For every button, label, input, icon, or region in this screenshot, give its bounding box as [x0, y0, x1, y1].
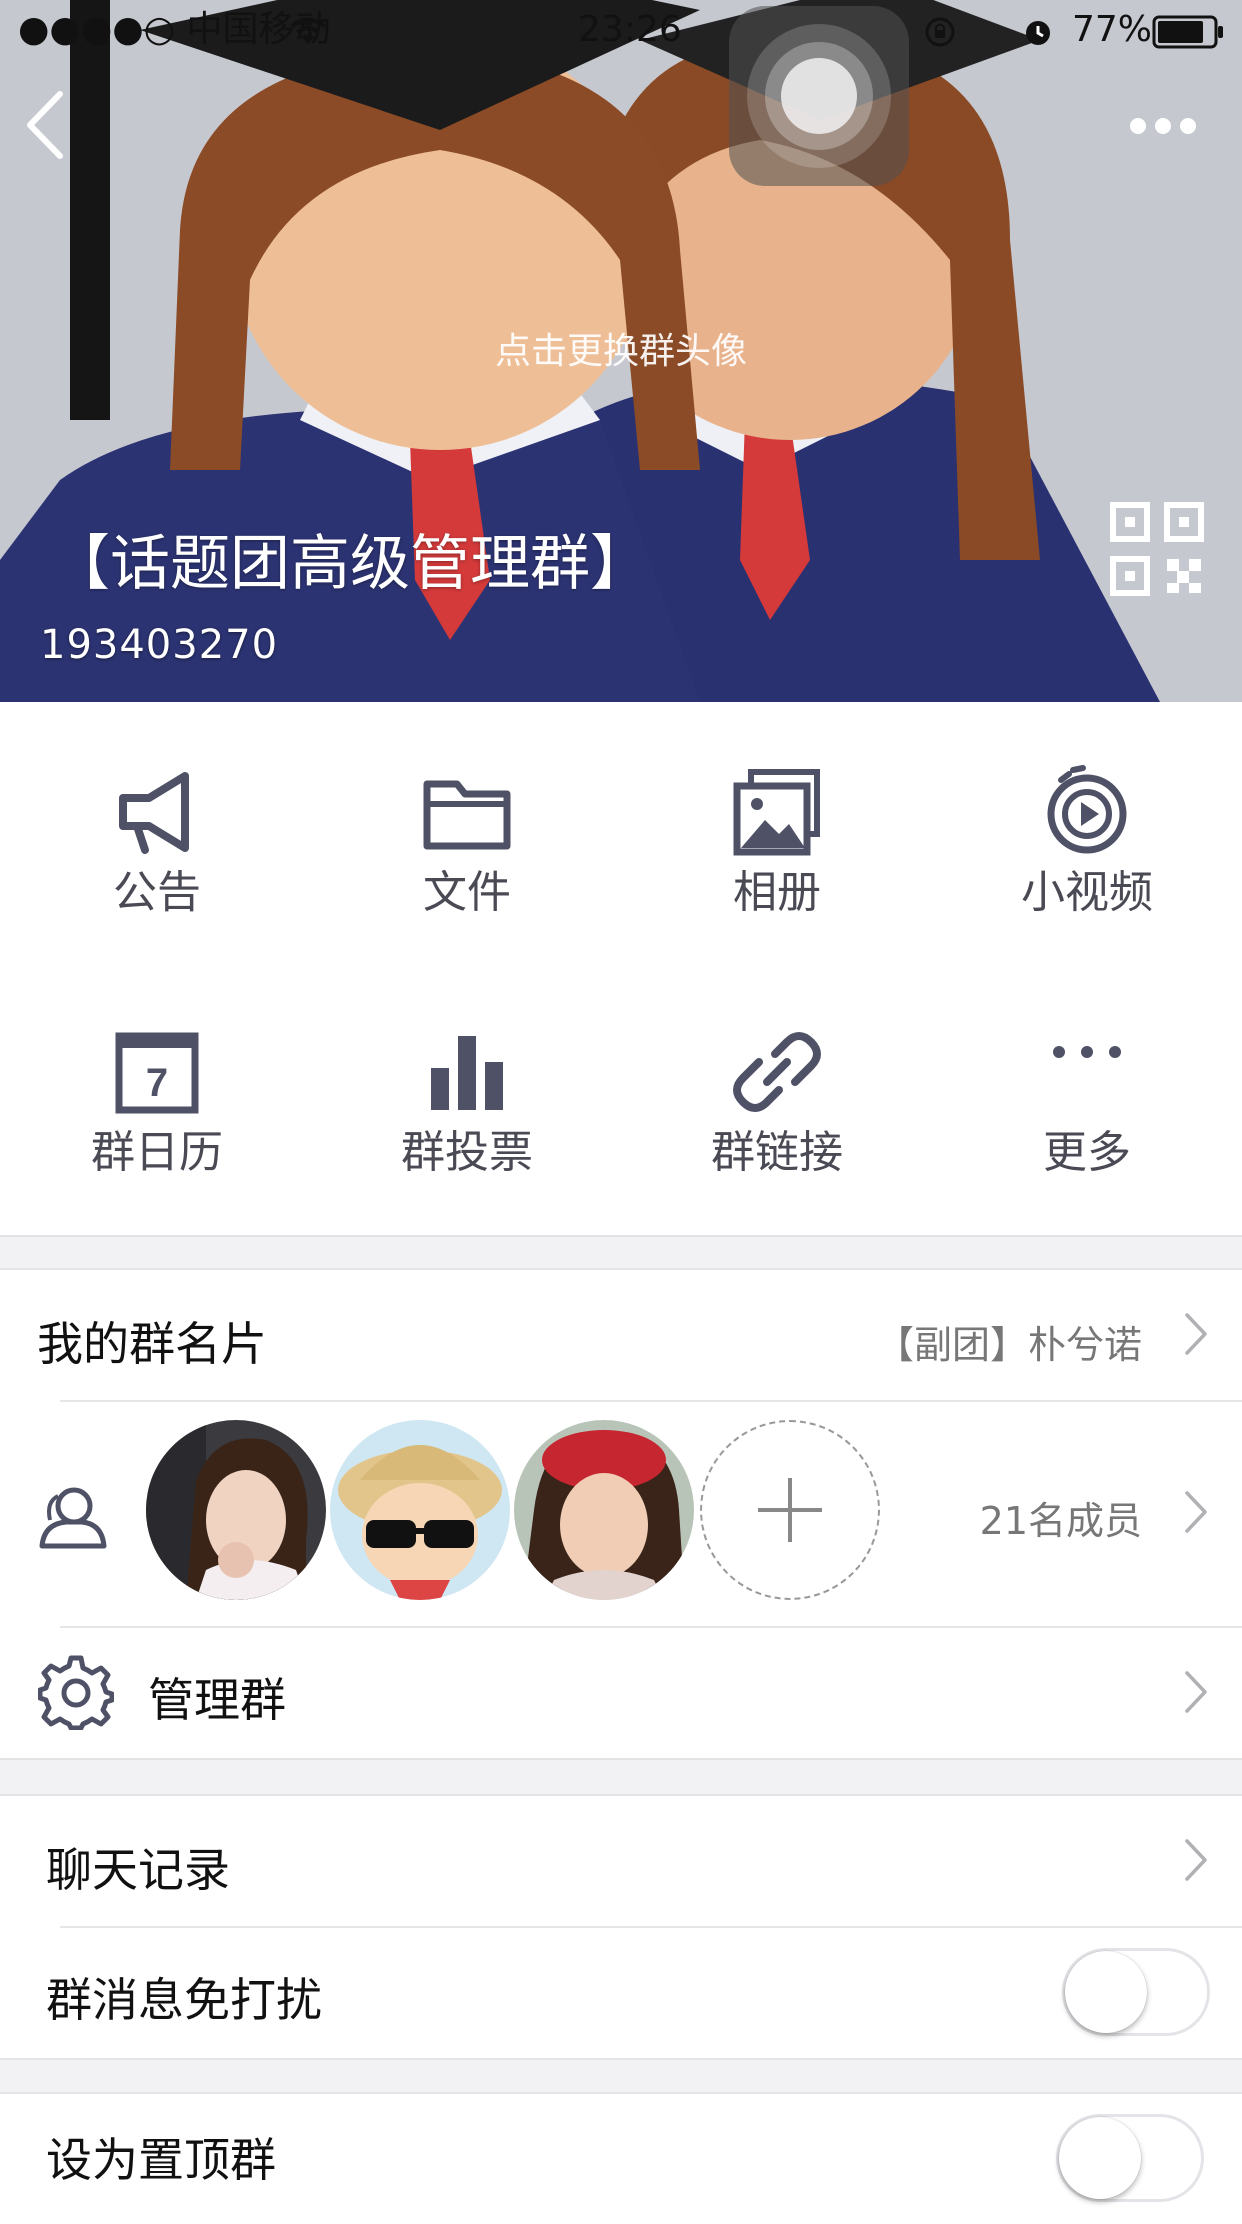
chat-settings-section: 聊天记录 群消息免打扰 [0, 1794, 1242, 2060]
manage-group-row[interactable]: 管理群 [0, 1628, 1242, 1756]
feature-label: 文件 [423, 867, 511, 918]
feature-label: 小视频 [1021, 867, 1153, 918]
my-group-card-label: 我的群名片 [37, 1317, 267, 1371]
pin-label: 设为置顶群 [46, 2133, 276, 2187]
group-id: 193403270 [40, 622, 279, 668]
change-avatar-hint[interactable]: 点击更换群头像 [0, 322, 1242, 374]
alarm-icon [1026, 21, 1050, 45]
members-row[interactable]: 21名成员 [0, 1402, 1242, 1626]
battery-percent: 77% [1072, 9, 1153, 50]
video-icon [1047, 765, 1127, 854]
feature-vote[interactable]: 群投票 [347, 984, 587, 1184]
chevron-right-icon [1185, 1313, 1207, 1355]
feature-group-link[interactable]: 群链接 [657, 984, 897, 1184]
group-info-section: 我的群名片 【副团】朴兮诺 21名成员 管理群 [0, 1268, 1242, 1760]
megaphone-icon [119, 772, 189, 854]
feature-grid: 公告 文件 相册 小视频 7 群日历 群投票 群链接 更多 [0, 702, 1242, 1237]
my-group-card-row[interactable]: 我的群名片 【副团】朴兮诺 [0, 1270, 1242, 1400]
folder-icon [423, 780, 511, 850]
member-avatar[interactable] [146, 1420, 326, 1600]
chevron-right-icon [1185, 1839, 1207, 1881]
link-icon [733, 1032, 821, 1112]
status-bar: ●●●●○ 中国移动 23:26 77% [0, 0, 1242, 64]
toggle-knob [1065, 1951, 1147, 2033]
member-avatar[interactable] [514, 1420, 694, 1600]
battery-icon [1152, 15, 1223, 49]
photo-album-icon [733, 769, 820, 856]
member-avatar[interactable] [330, 1420, 510, 1600]
chevron-right-icon [1185, 1671, 1207, 1713]
mute-label: 群消息免打扰 [46, 1973, 322, 2027]
feature-album[interactable]: 相册 [657, 724, 897, 924]
feature-label: 群日历 [91, 1127, 223, 1178]
pin-section: 设为置顶群 [0, 2092, 1242, 2224]
feature-files[interactable]: 文件 [347, 724, 587, 924]
back-icon[interactable] [22, 90, 68, 160]
feature-announcement[interactable]: 公告 [37, 724, 277, 924]
feature-short-video[interactable]: 小视频 [967, 724, 1207, 924]
add-member-button[interactable] [700, 1420, 880, 1600]
chat-history-row[interactable]: 聊天记录 [0, 1796, 1242, 1926]
group-name: 【话题团高级管理群】 [50, 529, 650, 599]
calendar-icon: 7 [115, 1032, 199, 1114]
feature-label: 相册 [733, 867, 821, 918]
rotation-lock-icon [925, 17, 955, 47]
clock: 23:26 [578, 9, 682, 50]
gear-icon [38, 1655, 114, 1730]
feature-label: 更多 [1043, 1127, 1131, 1178]
members-icon [39, 1487, 107, 1549]
mute-row: 群消息免打扰 [0, 1928, 1242, 2056]
chevron-right-icon [1185, 1491, 1207, 1533]
qr-code-icon[interactable] [1110, 502, 1204, 596]
feature-label: 公告 [113, 867, 201, 918]
bar-chart-icon [431, 1036, 503, 1110]
feature-label: 群投票 [401, 1127, 533, 1178]
pin-row: 设为置顶群 [0, 2094, 1242, 2224]
carrier-label: ●●●●○ 中国移动 [18, 9, 331, 50]
more-options-icon[interactable] [1128, 112, 1198, 140]
feature-calendar[interactable]: 7 群日历 [37, 984, 277, 1184]
pin-toggle[interactable] [1056, 2114, 1204, 2202]
plus-icon [758, 1478, 822, 1542]
toggle-knob [1059, 2117, 1141, 2199]
assistive-touch-button[interactable] [729, 6, 909, 186]
mute-toggle[interactable] [1062, 1948, 1210, 2036]
my-group-card-value: 【副团】朴兮诺 [875, 1323, 1142, 1367]
group-header[interactable]: ●●●●○ 中国移动 23:26 77% 点击更换群头像 【话题团高级管理群】 … [0, 0, 1242, 702]
wifi-icon [290, 17, 326, 44]
manage-group-label: 管理群 [148, 1673, 286, 1727]
more-dots-icon [1053, 1046, 1121, 1058]
feature-more[interactable]: 更多 [967, 984, 1207, 1184]
chat-history-label: 聊天记录 [46, 1843, 230, 1897]
calendar-day: 7 [146, 1061, 168, 1105]
feature-label: 群链接 [711, 1127, 843, 1178]
member-count: 21名成员 [979, 1499, 1142, 1543]
